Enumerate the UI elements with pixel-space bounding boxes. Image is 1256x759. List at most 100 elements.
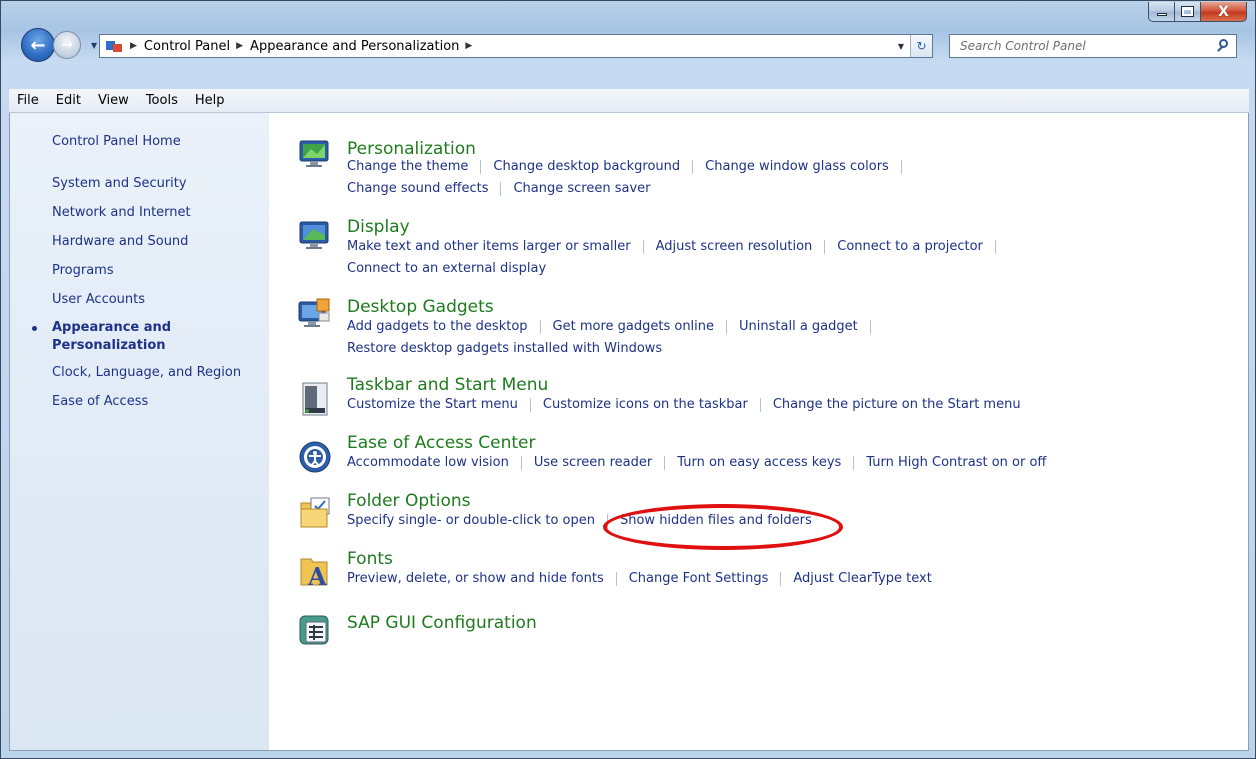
close-button[interactable]: X bbox=[1201, 2, 1247, 22]
maximize-button[interactable] bbox=[1175, 2, 1201, 22]
sap-gui-icon[interactable] bbox=[297, 613, 333, 649]
category-link[interactable]: Add gadgets to the desktop bbox=[347, 319, 528, 334]
sidebar-item-appearance-line1: Appearance and bbox=[52, 320, 172, 335]
minimize-button[interactable] bbox=[1148, 2, 1175, 22]
sidebar-item-user-accounts[interactable]: User Accounts bbox=[52, 292, 145, 307]
link-separator bbox=[692, 159, 694, 174]
fonts-icon[interactable]: A bbox=[297, 553, 333, 591]
search-icon[interactable] bbox=[1214, 37, 1232, 55]
category-link-row: Change the theme Change desktop backgroun… bbox=[347, 159, 902, 174]
window-frame: X ← → ▼ ▶ Control Panel ▶ Appearance and… bbox=[0, 0, 1256, 759]
recent-pages-dropdown-icon[interactable]: ▼ bbox=[91, 41, 97, 50]
folder-options-icon[interactable] bbox=[297, 495, 333, 531]
category-link[interactable]: Change window glass colors bbox=[705, 159, 889, 174]
menu-help[interactable]: Help bbox=[187, 93, 234, 108]
category-link[interactable]: Turn High Contrast on or off bbox=[866, 455, 1046, 470]
taskbar-icon[interactable] bbox=[297, 381, 333, 417]
category-link[interactable]: Adjust ClearType text bbox=[793, 571, 931, 586]
category-title[interactable]: Display bbox=[347, 217, 410, 237]
category-title[interactable]: Ease of Access Center bbox=[347, 433, 536, 453]
category-link[interactable]: Customize the Start menu bbox=[347, 397, 518, 412]
sidebar-item-appearance-line2: Personalization bbox=[52, 338, 166, 353]
category-link[interactable]: Change the theme bbox=[347, 159, 468, 174]
category-link[interactable]: Restore desktop gadgets installed with W… bbox=[347, 341, 662, 356]
category-link[interactable]: Adjust screen resolution bbox=[656, 239, 813, 254]
category-link[interactable]: Use screen reader bbox=[534, 455, 652, 470]
menu-view[interactable]: View bbox=[90, 93, 138, 108]
personalization-icon[interactable] bbox=[297, 135, 333, 171]
category-link[interactable]: Change the picture on the Start menu bbox=[773, 397, 1021, 412]
menu-tools[interactable]: Tools bbox=[138, 93, 187, 108]
category-link[interactable]: Make text and other items larger or smal… bbox=[347, 239, 631, 254]
category-link[interactable]: Change sound effects bbox=[347, 181, 488, 196]
category-link[interactable]: Specify single- or double-click to open bbox=[347, 513, 595, 528]
back-button[interactable]: ← bbox=[21, 28, 55, 62]
breadcrumb-separator-icon[interactable]: ▶ bbox=[130, 41, 137, 51]
ease-of-access-icon[interactable] bbox=[297, 439, 333, 475]
category-link[interactable]: Customize icons on the taskbar bbox=[543, 397, 748, 412]
category-link[interactable]: Change screen saver bbox=[513, 181, 650, 196]
gadgets-icon[interactable] bbox=[297, 295, 333, 331]
menu-file[interactable]: File bbox=[9, 93, 48, 108]
category-title[interactable]: Folder Options bbox=[347, 491, 471, 511]
svg-text:A: A bbox=[307, 562, 327, 589]
category-link[interactable]: Change Font Settings bbox=[629, 571, 769, 586]
sidebar-item-system-security[interactable]: System and Security bbox=[52, 176, 187, 191]
annotation-ellipse bbox=[603, 504, 843, 550]
main-panel: Personalization Change the theme Change de… bbox=[269, 113, 1248, 750]
close-icon: X bbox=[1218, 3, 1229, 20]
link-separator bbox=[539, 319, 541, 334]
category-link[interactable]: Get more gadgets online bbox=[553, 319, 714, 334]
navigation-row: ← → ▼ ▶ Control Panel ▶ Appearance and P… bbox=[9, 23, 1247, 67]
link-separator bbox=[900, 159, 902, 174]
menu-edit[interactable]: Edit bbox=[48, 93, 90, 108]
refresh-button[interactable]: ↻ bbox=[910, 35, 932, 57]
category-title[interactable]: SAP GUI Configuration bbox=[347, 613, 537, 633]
category-link[interactable]: Connect to a projector bbox=[837, 239, 983, 254]
sidebar-item-clock-language-region[interactable]: Clock, Language, and Region bbox=[52, 365, 241, 380]
category-link[interactable]: Accommodate low vision bbox=[347, 455, 509, 470]
category-link-row: Change sound effects Change screen saver bbox=[347, 181, 651, 196]
forward-button[interactable]: → bbox=[53, 31, 81, 59]
category-title[interactable]: Desktop Gadgets bbox=[347, 297, 494, 317]
maximize-icon bbox=[1181, 6, 1194, 17]
sidebar-item-ease-of-access[interactable]: Ease of Access bbox=[52, 394, 148, 409]
link-separator bbox=[480, 159, 482, 174]
category-link[interactable]: Change desktop background bbox=[493, 159, 680, 174]
minimize-icon bbox=[1156, 13, 1167, 16]
category-link[interactable]: Connect to an external display bbox=[347, 261, 546, 276]
link-separator bbox=[615, 571, 617, 586]
link-separator bbox=[759, 397, 761, 412]
category-title[interactable]: Fonts bbox=[347, 549, 393, 569]
refresh-icon: ↻ bbox=[916, 39, 927, 53]
link-separator bbox=[642, 239, 644, 254]
sidebar: Control Panel Home System and Security N… bbox=[10, 113, 269, 750]
address-dropdown-icon[interactable]: ▼ bbox=[898, 42, 904, 51]
category-title[interactable]: Personalization bbox=[347, 139, 476, 159]
category-link-row: Customize the Start menu Customize icons … bbox=[347, 397, 1021, 412]
link-separator bbox=[500, 181, 502, 196]
category-link[interactable]: Preview, delete, or show and hide fonts bbox=[347, 571, 604, 586]
sidebar-item-network-internet[interactable]: Network and Internet bbox=[52, 205, 191, 220]
category-link[interactable]: Turn on easy access keys bbox=[677, 455, 841, 470]
display-icon[interactable] bbox=[297, 217, 333, 253]
address-bar[interactable]: ▶ Control Panel ▶ Appearance and Persona… bbox=[99, 34, 933, 58]
current-page-bullet-icon bbox=[32, 326, 37, 331]
breadcrumb-separator-icon[interactable]: ▶ bbox=[465, 41, 472, 51]
category-link[interactable]: Uninstall a gadget bbox=[739, 319, 858, 334]
category-link-row: Make text and other items larger or smal… bbox=[347, 239, 996, 254]
sidebar-item-programs[interactable]: Programs bbox=[52, 263, 114, 278]
search-input[interactable] bbox=[950, 36, 1214, 56]
category-title[interactable]: Taskbar and Start Menu bbox=[347, 375, 548, 395]
category-link-row: Connect to an external display bbox=[347, 261, 546, 276]
sidebar-item-hardware-sound[interactable]: Hardware and Sound bbox=[52, 234, 188, 249]
breadcrumb-control-panel[interactable]: Control Panel bbox=[144, 39, 230, 54]
breadcrumb-appearance[interactable]: Appearance and Personalization bbox=[250, 39, 459, 54]
sidebar-item-control-panel-home[interactable]: Control Panel Home bbox=[52, 134, 181, 149]
breadcrumb-separator-icon[interactable]: ▶ bbox=[236, 41, 243, 51]
content-area: Control Panel Home System and Security N… bbox=[9, 113, 1249, 751]
search-box bbox=[949, 34, 1237, 58]
forward-arrow-icon: → bbox=[61, 37, 73, 53]
category-link-row: Accommodate low vision Use screen reader T… bbox=[347, 455, 1046, 470]
caption-buttons: X bbox=[1148, 2, 1247, 24]
